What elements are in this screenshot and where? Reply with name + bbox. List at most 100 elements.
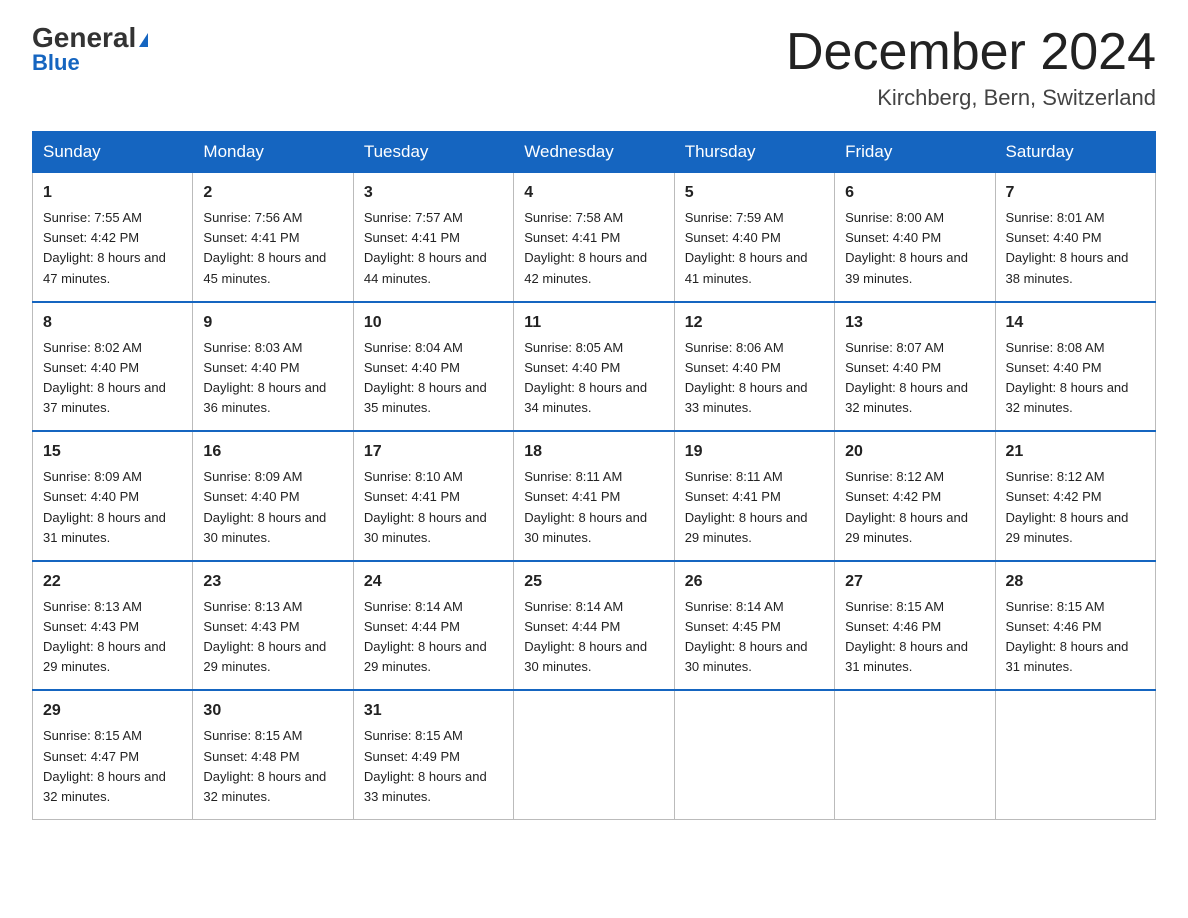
- logo-text: General: [32, 24, 148, 52]
- day-info: Sunrise: 8:06 AMSunset: 4:40 PMDaylight:…: [685, 338, 824, 419]
- calendar-header-row: SundayMondayTuesdayWednesdayThursdayFrid…: [33, 132, 1156, 173]
- day-number: 31: [364, 699, 503, 723]
- logo-triangle-icon: [139, 33, 148, 47]
- day-number: 9: [203, 311, 342, 335]
- calendar-cell: 23 Sunrise: 8:13 AMSunset: 4:43 PMDayligh…: [193, 561, 353, 691]
- day-info: Sunrise: 8:04 AMSunset: 4:40 PMDaylight:…: [364, 338, 503, 419]
- day-number: 13: [845, 311, 984, 335]
- calendar-cell: 19Sunrise: 8:11 AMSunset: 4:41 PMDayligh…: [674, 431, 834, 561]
- day-info: Sunrise: 8:13 AMSunset: 4:43 PMDaylight:…: [203, 597, 342, 678]
- day-info: Sunrise: 8:12 AMSunset: 4:42 PMDaylight:…: [845, 467, 984, 548]
- calendar-cell: [995, 690, 1155, 819]
- day-info: Sunrise: 7:59 AMSunset: 4:40 PMDaylight:…: [685, 208, 824, 289]
- day-number: 26: [685, 570, 824, 594]
- day-number: 29: [43, 699, 182, 723]
- calendar-cell: 6 Sunrise: 8:00 AMSunset: 4:40 PMDaylight…: [835, 173, 995, 302]
- col-header-thursday: Thursday: [674, 132, 834, 173]
- day-info: Sunrise: 8:11 AMSunset: 4:41 PMDaylight:…: [524, 467, 663, 548]
- calendar-cell: 3 Sunrise: 7:57 AMSunset: 4:41 PMDaylight…: [353, 173, 513, 302]
- title-block: December 2024 Kirchberg, Bern, Switzerla…: [786, 24, 1156, 111]
- day-number: 5: [685, 181, 824, 205]
- calendar-cell: 25Sunrise: 8:14 AMSunset: 4:44 PMDayligh…: [514, 561, 674, 691]
- week-row-2: 8Sunrise: 8:02 AMSunset: 4:40 PMDaylight…: [33, 302, 1156, 432]
- calendar-cell: 27Sunrise: 8:15 AMSunset: 4:46 PMDayligh…: [835, 561, 995, 691]
- day-number: 8: [43, 311, 182, 335]
- location-subtitle: Kirchberg, Bern, Switzerland: [786, 85, 1156, 111]
- calendar-cell: 8Sunrise: 8:02 AMSunset: 4:40 PMDaylight…: [33, 302, 193, 432]
- page-header: General Blue December 2024 Kirchberg, Be…: [32, 24, 1156, 111]
- calendar-cell: 17Sunrise: 8:10 AMSunset: 4:41 PMDayligh…: [353, 431, 513, 561]
- day-info: Sunrise: 8:09 AMSunset: 4:40 PMDaylight:…: [203, 467, 342, 548]
- calendar-cell: 11 Sunrise: 8:05 AMSunset: 4:40 PMDayligh…: [514, 302, 674, 432]
- day-number: 10: [364, 311, 503, 335]
- week-row-1: 1 Sunrise: 7:55 AMSunset: 4:42 PMDaylight…: [33, 173, 1156, 302]
- day-info: Sunrise: 8:01 AMSunset: 4:40 PMDaylight:…: [1006, 208, 1145, 289]
- calendar-cell: [514, 690, 674, 819]
- day-number: 14: [1006, 311, 1145, 335]
- day-number: 15: [43, 440, 182, 464]
- calendar-cell: 10 Sunrise: 8:04 AMSunset: 4:40 PMDayligh…: [353, 302, 513, 432]
- calendar-cell: 14 Sunrise: 8:08 AMSunset: 4:40 PMDayligh…: [995, 302, 1155, 432]
- day-number: 24: [364, 570, 503, 594]
- col-header-monday: Monday: [193, 132, 353, 173]
- calendar-cell: 7 Sunrise: 8:01 AMSunset: 4:40 PMDaylight…: [995, 173, 1155, 302]
- day-info: Sunrise: 7:55 AMSunset: 4:42 PMDaylight:…: [43, 208, 182, 289]
- day-info: Sunrise: 8:14 AMSunset: 4:44 PMDaylight:…: [524, 597, 663, 678]
- calendar-cell: 18 Sunrise: 8:11 AMSunset: 4:41 PMDayligh…: [514, 431, 674, 561]
- day-number: 22: [43, 570, 182, 594]
- day-info: Sunrise: 7:56 AMSunset: 4:41 PMDaylight:…: [203, 208, 342, 289]
- logo-blue-text: Blue: [32, 50, 80, 76]
- calendar-cell: 13 Sunrise: 8:07 AMSunset: 4:40 PMDayligh…: [835, 302, 995, 432]
- calendar-cell: 28 Sunrise: 8:15 AMSunset: 4:46 PMDayligh…: [995, 561, 1155, 691]
- calendar-cell: 2Sunrise: 7:56 AMSunset: 4:41 PMDaylight…: [193, 173, 353, 302]
- calendar-cell: 21Sunrise: 8:12 AMSunset: 4:42 PMDayligh…: [995, 431, 1155, 561]
- day-info: Sunrise: 8:14 AMSunset: 4:44 PMDaylight:…: [364, 597, 503, 678]
- day-info: Sunrise: 8:05 AMSunset: 4:40 PMDaylight:…: [524, 338, 663, 419]
- calendar-table: SundayMondayTuesdayWednesdayThursdayFrid…: [32, 131, 1156, 820]
- day-number: 11: [524, 311, 663, 335]
- calendar-cell: 5 Sunrise: 7:59 AMSunset: 4:40 PMDaylight…: [674, 173, 834, 302]
- day-info: Sunrise: 8:08 AMSunset: 4:40 PMDaylight:…: [1006, 338, 1145, 419]
- logo: General Blue: [32, 24, 148, 76]
- day-info: Sunrise: 8:15 AMSunset: 4:47 PMDaylight:…: [43, 726, 182, 807]
- calendar-cell: 24 Sunrise: 8:14 AMSunset: 4:44 PMDayligh…: [353, 561, 513, 691]
- calendar-cell: 26 Sunrise: 8:14 AMSunset: 4:45 PMDayligh…: [674, 561, 834, 691]
- day-info: Sunrise: 8:15 AMSunset: 4:49 PMDaylight:…: [364, 726, 503, 807]
- day-info: Sunrise: 7:57 AMSunset: 4:41 PMDaylight:…: [364, 208, 503, 289]
- day-info: Sunrise: 8:00 AMSunset: 4:40 PMDaylight:…: [845, 208, 984, 289]
- day-info: Sunrise: 8:15 AMSunset: 4:46 PMDaylight:…: [1006, 597, 1145, 678]
- day-number: 1: [43, 181, 182, 205]
- calendar-cell: [674, 690, 834, 819]
- day-number: 20: [845, 440, 984, 464]
- day-info: Sunrise: 8:13 AMSunset: 4:43 PMDaylight:…: [43, 597, 182, 678]
- day-info: Sunrise: 8:10 AMSunset: 4:41 PMDaylight:…: [364, 467, 503, 548]
- calendar-cell: 9 Sunrise: 8:03 AMSunset: 4:40 PMDaylight…: [193, 302, 353, 432]
- calendar-cell: 15Sunrise: 8:09 AMSunset: 4:40 PMDayligh…: [33, 431, 193, 561]
- day-number: 6: [845, 181, 984, 205]
- col-header-sunday: Sunday: [33, 132, 193, 173]
- day-info: Sunrise: 8:03 AMSunset: 4:40 PMDaylight:…: [203, 338, 342, 419]
- day-number: 30: [203, 699, 342, 723]
- calendar-cell: 30Sunrise: 8:15 AMSunset: 4:48 PMDayligh…: [193, 690, 353, 819]
- calendar-cell: 22 Sunrise: 8:13 AMSunset: 4:43 PMDayligh…: [33, 561, 193, 691]
- calendar-cell: 4Sunrise: 7:58 AMSunset: 4:41 PMDaylight…: [514, 173, 674, 302]
- day-info: Sunrise: 8:07 AMSunset: 4:40 PMDaylight:…: [845, 338, 984, 419]
- day-info: Sunrise: 8:14 AMSunset: 4:45 PMDaylight:…: [685, 597, 824, 678]
- month-title: December 2024: [786, 24, 1156, 81]
- day-number: 21: [1006, 440, 1145, 464]
- day-number: 28: [1006, 570, 1145, 594]
- col-header-saturday: Saturday: [995, 132, 1155, 173]
- calendar-cell: 20 Sunrise: 8:12 AMSunset: 4:42 PMDayligh…: [835, 431, 995, 561]
- col-header-wednesday: Wednesday: [514, 132, 674, 173]
- day-number: 23: [203, 570, 342, 594]
- day-number: 3: [364, 181, 503, 205]
- day-number: 18: [524, 440, 663, 464]
- day-number: 7: [1006, 181, 1145, 205]
- day-info: Sunrise: 8:15 AMSunset: 4:46 PMDaylight:…: [845, 597, 984, 678]
- col-header-tuesday: Tuesday: [353, 132, 513, 173]
- calendar-cell: 31 Sunrise: 8:15 AMSunset: 4:49 PMDayligh…: [353, 690, 513, 819]
- calendar-cell: 12Sunrise: 8:06 AMSunset: 4:40 PMDayligh…: [674, 302, 834, 432]
- week-row-5: 29 Sunrise: 8:15 AMSunset: 4:47 PMDayligh…: [33, 690, 1156, 819]
- col-header-friday: Friday: [835, 132, 995, 173]
- calendar-cell: 29 Sunrise: 8:15 AMSunset: 4:47 PMDayligh…: [33, 690, 193, 819]
